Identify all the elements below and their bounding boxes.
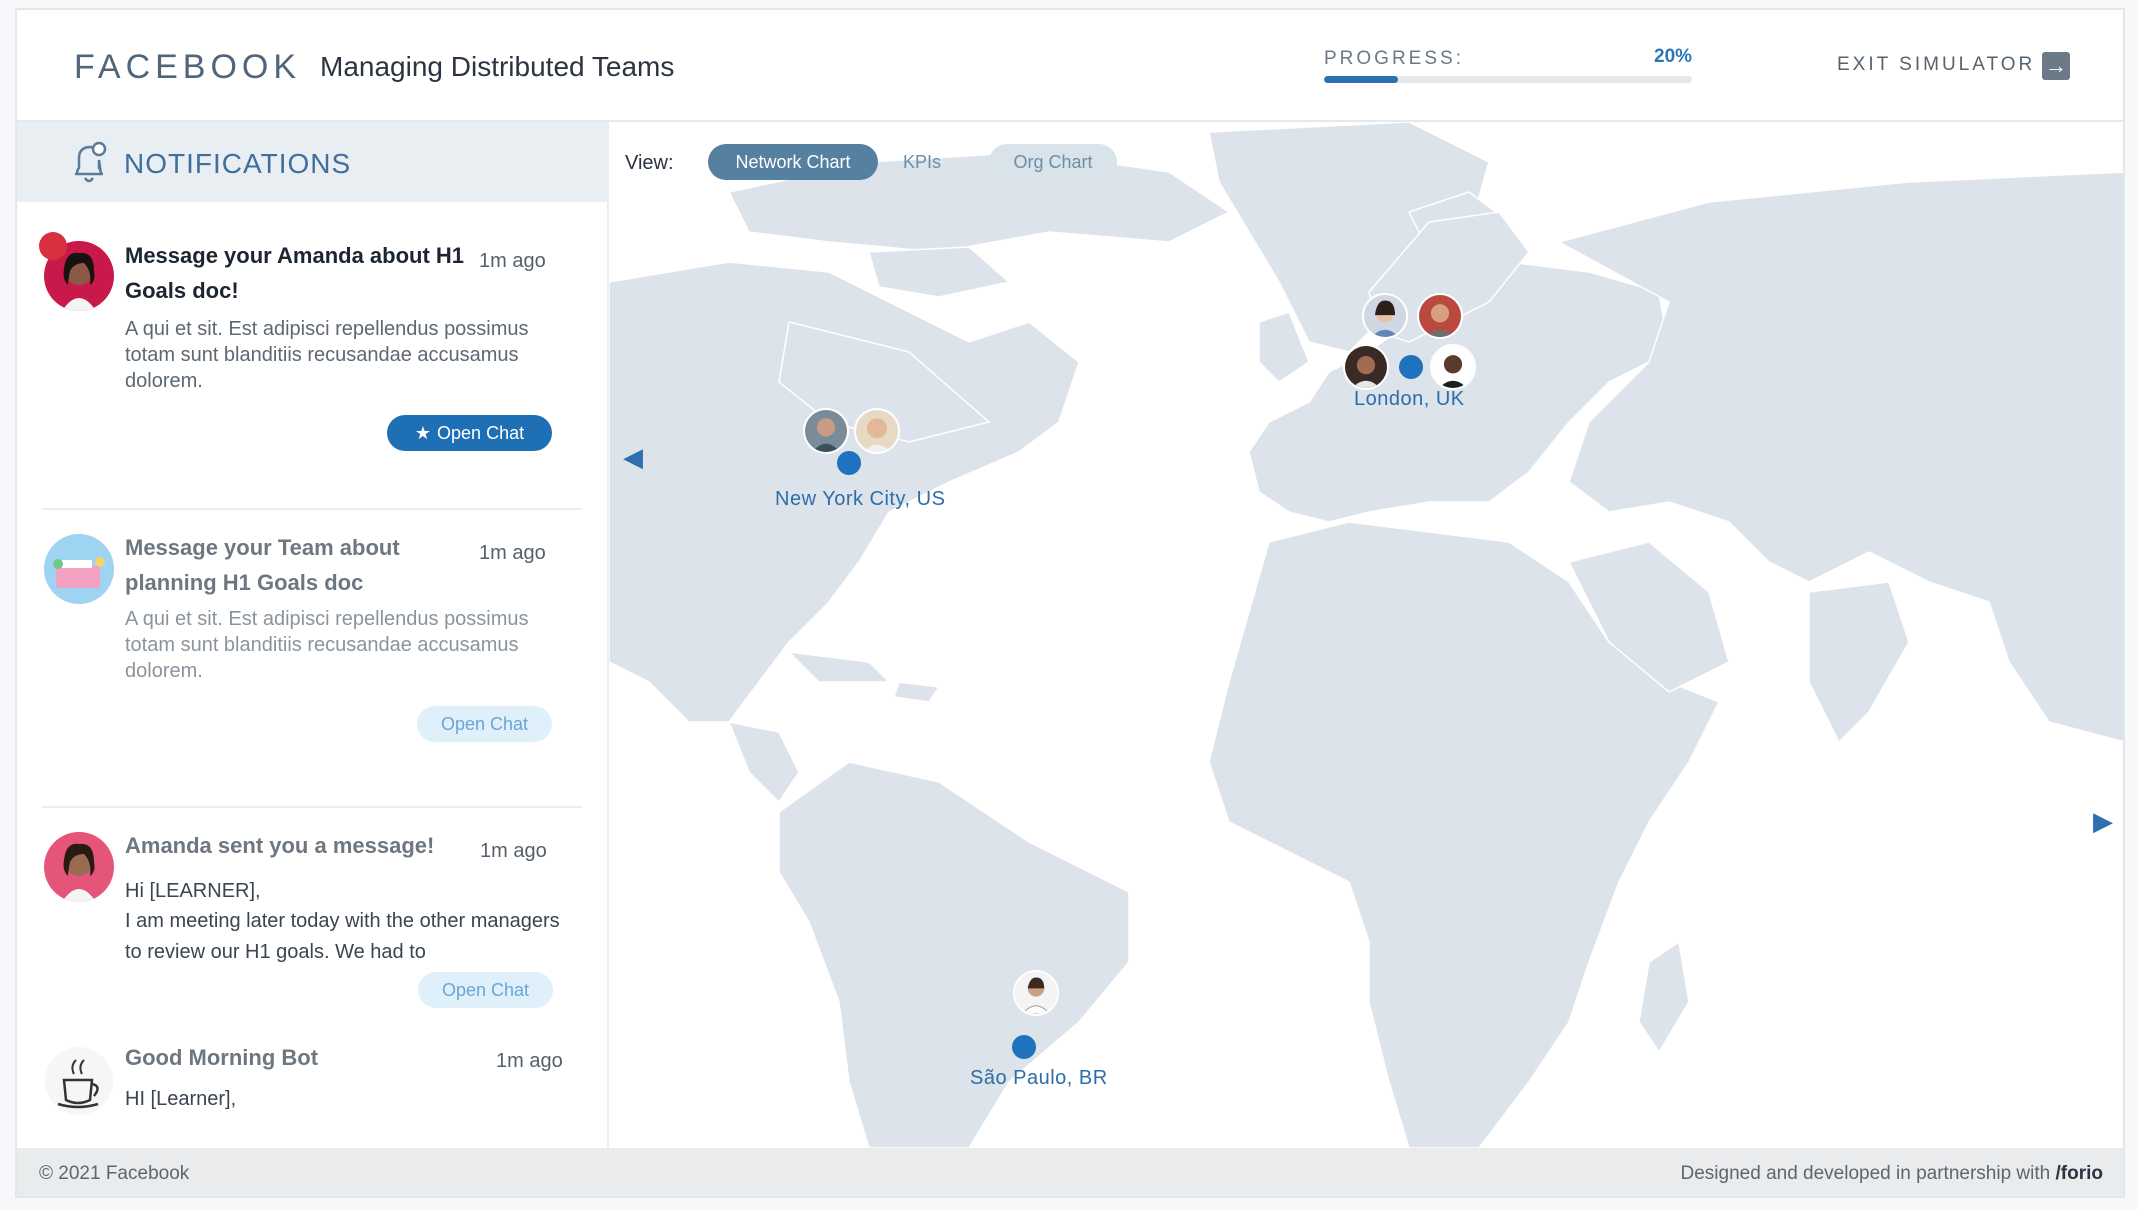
notification-time: 1m ago (496, 1050, 563, 1072)
notification-body: I am meeting later today with the other … (125, 910, 560, 963)
city-marker[interactable] (1399, 355, 1423, 379)
notification-time: 1m ago (479, 250, 546, 272)
credit-prefix: Designed and developed in partnership wi… (1680, 1163, 2056, 1184)
city-marker[interactable] (1012, 1035, 1036, 1059)
tab-kpis[interactable]: KPIs (875, 144, 969, 180)
notification-body: HI [Learner], (125, 1088, 237, 1110)
team-member-avatar[interactable] (1343, 344, 1389, 390)
avatar (44, 832, 114, 902)
team-member-avatar[interactable] (1013, 970, 1059, 1016)
progress-label: PROGRESS: (1324, 48, 1464, 69)
view-label: View: (625, 152, 674, 174)
open-chat-button[interactable]: Open Chat (417, 706, 552, 742)
notification-body: A qui et sit. Est adipisci repellendus p… (125, 608, 529, 682)
notifications-sidebar: NOTIFICATIONS Message your Amanda about … (17, 122, 609, 1148)
team-member-avatar[interactable] (803, 408, 849, 454)
team-member-avatar[interactable] (1417, 293, 1463, 339)
world-map (609, 122, 2123, 1148)
notification-title: Message your Team about planning H1 Goal… (125, 535, 400, 595)
notification-body-greeting: Hi [LEARNER], (125, 880, 261, 902)
open-chat-label: Open Chat (437, 423, 525, 443)
exit-simulator-button[interactable]: EXIT SIMULATOR (1837, 54, 2035, 76)
brand-logo: FACEBOOK (74, 48, 302, 86)
team-member-avatar[interactable] (1362, 293, 1408, 339)
progress-bar (1324, 76, 1692, 83)
notifications-title: NOTIFICATIONS (124, 148, 352, 179)
open-chat-button[interactable]: Open Chat (418, 972, 553, 1008)
notification-time: 1m ago (480, 840, 547, 862)
notification-item: Good Morning Bot 1m ago HI [Learner], (17, 1040, 607, 1148)
exit-arrow-icon[interactable]: → (2042, 52, 2070, 80)
progress-bar-fill (1324, 76, 1398, 83)
notification-body: A qui et sit. Est adipisci repellendus p… (125, 318, 529, 392)
chevron-right-icon[interactable]: ▶ (2093, 806, 2113, 837)
city-label: London, UK (1354, 388, 1465, 410)
notification-item: Amanda sent you a message! 1m ago Hi [LE… (17, 808, 607, 1038)
tab-network-chart[interactable]: Network Chart (708, 144, 878, 180)
team-member-avatar[interactable] (854, 408, 900, 454)
star-icon: ★ (414, 423, 432, 443)
coffee-cup-icon (44, 1046, 114, 1116)
progress-value: 20% (1654, 46, 1693, 67)
notification-title: Amanda sent you a message! (125, 833, 435, 858)
avatar (44, 534, 114, 604)
notification-title: Good Morning Bot (125, 1045, 319, 1070)
unread-indicator (39, 232, 67, 260)
chevron-left-icon[interactable]: ◀ (623, 442, 643, 473)
notification-time: 1m ago (479, 542, 546, 564)
notifications-header: NOTIFICATIONS (17, 122, 607, 202)
top-header: FACEBOOK Managing Distributed Teams PROG… (17, 10, 2123, 122)
footer: © 2021 Facebook Designed and developed i… (17, 1148, 2123, 1196)
notification-item: Message your Amanda about H1 Goals doc! … (17, 202, 607, 502)
tab-org-chart[interactable]: Org Chart (989, 144, 1117, 180)
credit-text: Designed and developed in partnership wi… (1681, 1163, 2103, 1185)
app-frame: FACEBOOK Managing Distributed Teams PROG… (15, 8, 2125, 1198)
notification-title: Message your Amanda about H1 Goals doc! (125, 243, 465, 303)
world-map-panel: View: Network Chart KPIs Org Chart ◀ ▶ N… (609, 122, 2123, 1148)
notification-item: Message your Team about planning H1 Goal… (17, 510, 607, 810)
bell-icon (75, 141, 107, 183)
course-title: Managing Distributed Teams (320, 51, 675, 82)
forio-link[interactable]: /forio (2056, 1163, 2104, 1184)
copyright-text: © 2021 Facebook (39, 1163, 190, 1184)
team-member-avatar[interactable] (1430, 344, 1476, 390)
city-label: São Paulo, BR (970, 1067, 1108, 1089)
city-marker[interactable] (837, 451, 861, 475)
open-chat-button[interactable]: ★ Open Chat (387, 415, 552, 451)
city-label: New York City, US (775, 488, 946, 510)
